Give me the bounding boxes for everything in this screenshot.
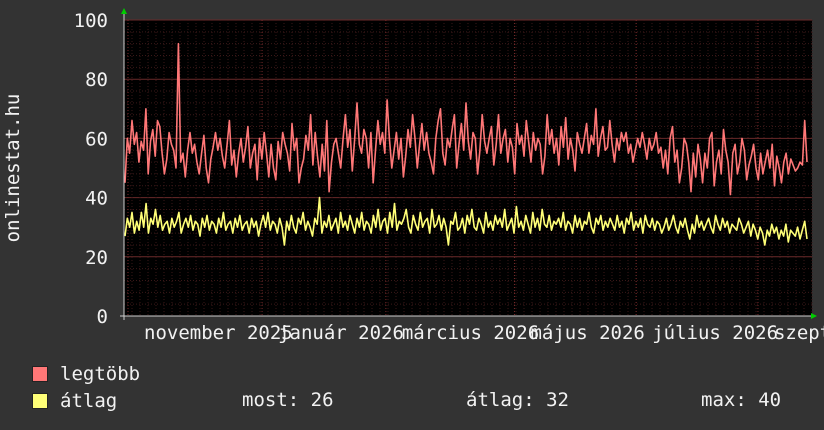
stat-max: max: 40 bbox=[701, 389, 782, 411]
legend-label-avg: átlag bbox=[60, 390, 118, 412]
y-axis-arrow bbox=[121, 8, 127, 14]
legend-item-max: legtöbb bbox=[32, 362, 140, 386]
y-tick-label: 100 bbox=[74, 10, 108, 32]
x-tick-label: március 2026 bbox=[402, 322, 539, 344]
y-tick-label: 0 bbox=[97, 306, 108, 328]
y-tick-label: 40 bbox=[85, 188, 108, 210]
x-tick-label: szeptember bbox=[774, 322, 824, 344]
y-axis-label: onlinestat.hu bbox=[2, 94, 24, 243]
y-ticks: 0 20 40 60 80 100 bbox=[74, 10, 108, 328]
y-tick-label: 20 bbox=[85, 247, 108, 269]
stat-current: most: 26 bbox=[242, 389, 334, 411]
x-tick-label: november 2025 bbox=[144, 322, 293, 344]
y-tick-label: 60 bbox=[85, 128, 108, 150]
legend-item-avg: átlag bbox=[32, 389, 117, 413]
chart: 0 20 40 60 80 100 november 2025január 2026már… bbox=[2, 8, 824, 344]
x-axis-arrow bbox=[811, 313, 817, 319]
stat-average: átlag: 32 bbox=[466, 389, 569, 411]
legend-swatch-avg bbox=[32, 393, 48, 409]
legend-swatch-max bbox=[32, 366, 48, 382]
x-tick-label: július 2026 bbox=[652, 322, 778, 344]
legend-label-max: legtöbb bbox=[60, 363, 141, 385]
x-ticks: november 2025január 2026március 2026máju… bbox=[144, 322, 824, 344]
x-tick-label: január 2026 bbox=[278, 322, 404, 344]
x-tick-label: május 2026 bbox=[530, 322, 644, 344]
y-tick-label: 80 bbox=[85, 69, 108, 91]
